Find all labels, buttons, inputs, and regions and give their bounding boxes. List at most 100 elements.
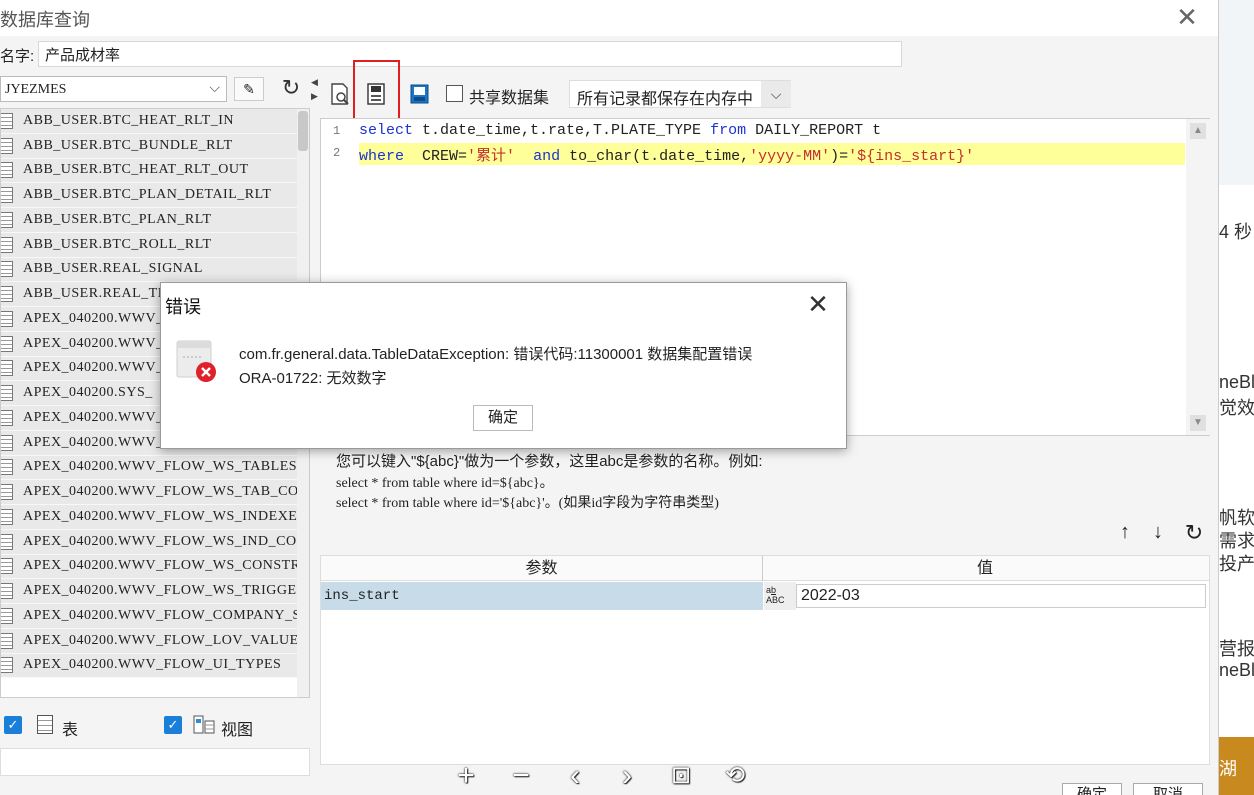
list-item[interactable]: APEX_040200.WWV_FLOW_WS_IND_COLUM (1, 529, 297, 555)
string-type-icon[interactable]: ab ABC (764, 582, 796, 610)
list-item[interactable]: ABB_USER.BTC_ROLL_RLT (1, 232, 297, 258)
sql-text: )= (830, 148, 849, 165)
list-item[interactable]: ABB_USER.BTC_HEAT_RLT_IN (1, 109, 297, 134)
table-icon (1, 261, 13, 278)
table-checkbox[interactable]: ✓ (4, 716, 22, 734)
close-icon[interactable]: ✕ (1172, 2, 1202, 32)
list-item[interactable]: APEX_040200.WWV_FLOW_WS_TABLES (1, 455, 297, 481)
table-filter-input[interactable] (0, 748, 310, 776)
chevron-down-icon: ⌵ (209, 79, 220, 95)
refresh-params-icon[interactable]: ↻ (1183, 520, 1205, 546)
list-item[interactable]: APEX_040200.WWV_FLOW_WS_CONSTRAIN (1, 554, 297, 580)
fit-screen-icon[interactable]: ⊡ (663, 758, 699, 794)
list-item[interactable]: APEX_040200.WWV_FLOW_LOV_VALUES (1, 628, 297, 654)
table-name: ABB_USER.BTC_PLAN_DETAIL_RLT (23, 187, 272, 203)
error-ok-button[interactable]: 确定 (473, 405, 533, 431)
expand-right-icon[interactable]: ▶ (311, 91, 318, 102)
list-item[interactable]: ABB_USER.BTC_PLAN_RLT (1, 208, 297, 233)
name-input[interactable]: 产品成材率 (38, 41, 902, 67)
table-name: APEX_040200.WWV_FLOW_UI_TYPES (23, 657, 282, 673)
storage-mode-select[interactable]: 所有记录都保存在内存中 ⌵ (569, 80, 791, 108)
table-icon (1, 533, 13, 550)
line-number: 2 (333, 146, 341, 160)
table-icon (1, 583, 13, 600)
table-icon (1, 409, 13, 426)
preview-icon[interactable] (330, 82, 350, 106)
table-icon (1, 508, 13, 525)
rotate-icon[interactable]: ⟲ (717, 758, 753, 794)
param-value-input[interactable]: 2022-03 (796, 584, 1206, 608)
table-icon (1, 484, 13, 501)
sql-line[interactable]: where CREW='累计' and to_char(t.date_time,… (359, 144, 974, 166)
list-item[interactable]: APEX_040200.WWV_FLOW_WS_TRIGGERS (1, 579, 297, 604)
list-item[interactable]: APEX_040200.WWV_FLOW_COMPANY_SCHE (1, 604, 297, 629)
name-label: 名字: (0, 48, 35, 65)
table-name: APEX_040200.WWV_FLOW_WS_CONSTRAIN (23, 558, 297, 574)
scroll-down-icon[interactable]: ▼ (1190, 415, 1206, 431)
table-icon (1, 434, 13, 451)
param-hint-example: select * from table where id=${abc}。 (336, 476, 554, 491)
type-icon-label: ABC (766, 595, 785, 605)
refresh-icon[interactable]: ↻ (276, 75, 306, 101)
background-text: 4 秒 (1219, 222, 1253, 242)
database-select-value: JYEZMES (5, 82, 67, 97)
table-icon (1, 360, 13, 377)
sql-line[interactable]: select t.date_time,t.rate,T.PLATE_TYPE f… (359, 122, 881, 144)
close-icon[interactable]: ✕ (801, 287, 835, 321)
error-dialog-body: com.fr.general.data.TableDataException: … (161, 327, 846, 448)
table-icon (1, 187, 13, 204)
zoom-out-icon[interactable]: − (503, 758, 539, 794)
next-icon[interactable]: › (609, 758, 645, 794)
move-up-icon[interactable]: ↑ (1115, 521, 1135, 545)
error-dialog-title: 错误 (165, 297, 201, 317)
sql-scrollbar[interactable]: ▲ ▼ (1186, 119, 1210, 435)
table-name: APEX_040200.WWV_FLOW_WS_TABLES (23, 459, 297, 475)
move-down-icon[interactable]: ↓ (1148, 521, 1168, 545)
column-header-value[interactable]: 值 (764, 556, 1206, 581)
list-item[interactable]: APEX_040200.WWV_FLOW_UI_TYPES (1, 653, 297, 679)
param-hint: 您可以键入"${abc}"做为一个参数，这里abc是参数的名称。例如: (336, 453, 763, 470)
list-item[interactable]: ABB_USER.BTC_PLAN_DETAIL_RLT (1, 183, 297, 208)
table-checkbox-label: 表 (62, 722, 79, 739)
table-icon (1, 211, 13, 228)
list-item[interactable]: ABB_USER.BTC_BUNDLE_RLT (1, 133, 297, 159)
sql-keyword: and (533, 148, 561, 165)
sql-string: '累计' (467, 148, 516, 165)
table-name: APEX_040200.WWV_FLOW_LOV_VALUES (23, 632, 297, 648)
window-title: 数据库查询 (0, 10, 90, 30)
list-item[interactable]: APEX_040200.WWV_FLOW_WS_TAB_COLUM (1, 480, 297, 505)
sql-string: 'yyyy-MM' (749, 148, 831, 165)
column-header-param[interactable]: 参数 (321, 556, 763, 581)
param-name-cell[interactable]: ins_start (321, 582, 763, 610)
table-name: ABB_USER.BTC_PLAN_RLT (23, 211, 212, 227)
list-item[interactable]: APEX_040200.WWV_FLOW_WS_INDEXES (1, 505, 297, 530)
title-bar: 数据库查询 ✕ (0, 0, 1218, 36)
table-icon (1, 236, 13, 253)
zoom-in-icon[interactable]: + (448, 758, 484, 794)
table-name: ABB_USER.BTC_BUNDLE_RLT (23, 137, 233, 153)
scrollbar-thumb[interactable] (298, 111, 308, 151)
ok-button[interactable]: 确定 (1062, 783, 1122, 795)
previous-icon[interactable]: ‹ (557, 758, 593, 794)
chevron-down-icon[interactable]: ⌵ (761, 81, 791, 107)
table-name: APEX_040200.SYS_ (23, 385, 153, 401)
view-checkbox[interactable]: ✓ (164, 716, 182, 734)
table-icon (1, 558, 13, 575)
share-dataset-checkbox[interactable] (446, 85, 463, 102)
table-name: APEX_040200.WWV_FLOW_WS_INDEXES (23, 508, 297, 524)
list-item[interactable]: ABB_USER.BTC_HEAT_RLT_OUT (1, 158, 297, 184)
sql-keyword: where (359, 148, 405, 165)
background-app-panel: 4 秒 neBl 觉效 帆软 需求 投产 营报 neBl 湖 (1218, 0, 1254, 795)
edit-connection-icon[interactable]: ✎ (234, 77, 264, 101)
table-row[interactable]: ins_start ab ABC 2022-03 (321, 582, 1209, 610)
list-item[interactable]: ABB_USER.REAL_SIGNAL (1, 257, 297, 283)
cancel-button[interactable]: 取消 (1133, 783, 1203, 795)
scroll-up-icon[interactable]: ▲ (1190, 123, 1206, 139)
database-select[interactable]: JYEZMES ⌵ (0, 76, 227, 102)
collapse-left-icon[interactable]: ◀ (311, 77, 318, 88)
background-text: neBl (1219, 372, 1254, 392)
sql-text: DAILY_REPORT t (746, 122, 882, 139)
parameter-table: 参数 值 ins_start ab ABC 2022-03 (320, 555, 1210, 765)
db-params-icon[interactable] (409, 82, 431, 106)
